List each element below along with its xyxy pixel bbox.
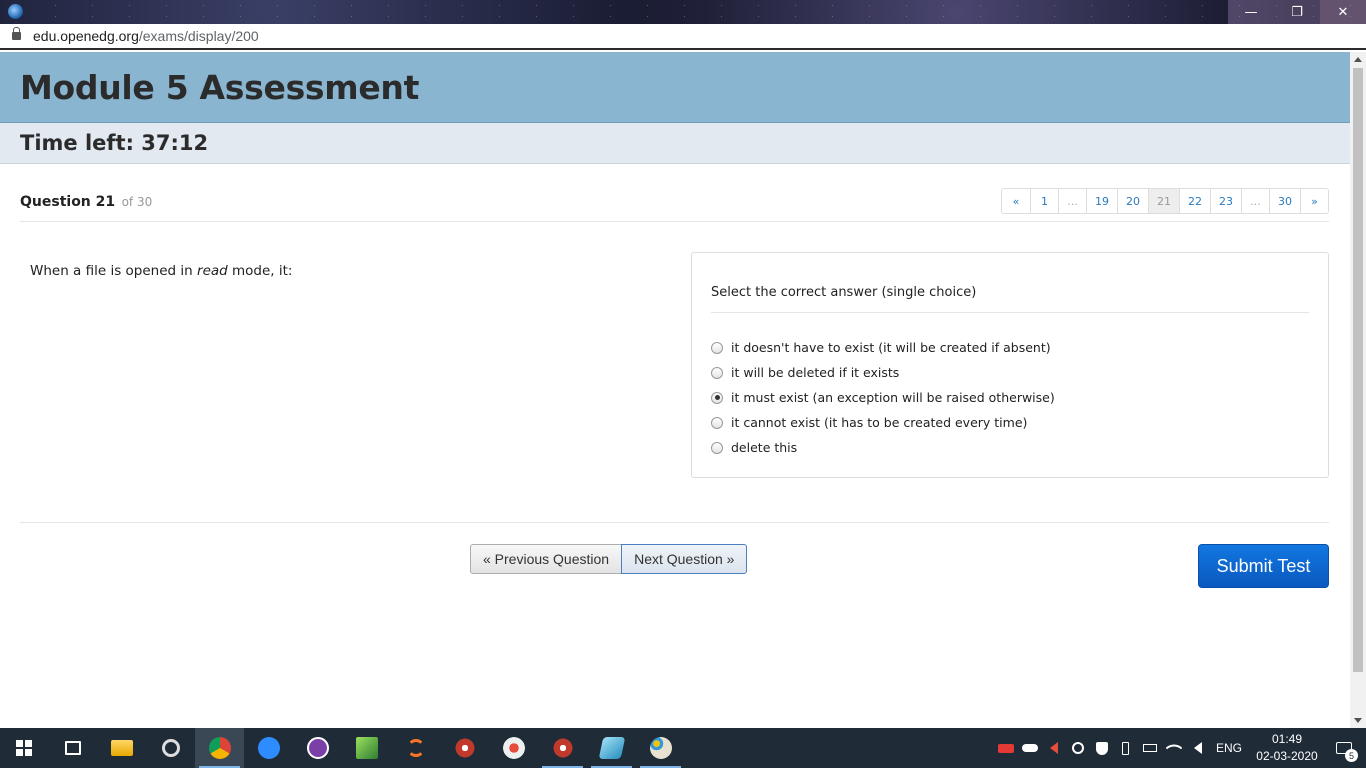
battery-icon[interactable] (1138, 728, 1162, 768)
page-link-current[interactable]: 21 (1148, 189, 1179, 213)
lock-icon[interactable] (12, 27, 21, 41)
system-tray: ENG 01:49 02-03-2020 5 (994, 728, 1366, 768)
question-navigation: « Previous Question Next Question » (470, 544, 748, 574)
scroll-down-icon[interactable] (1354, 718, 1362, 723)
url-domain: edu.openedg.org (33, 28, 139, 44)
start-button[interactable] (0, 728, 48, 768)
notification-count: 5 (1345, 749, 1358, 762)
page-ellipsis: ... (1241, 189, 1269, 213)
radio-button[interactable] (711, 341, 723, 354)
purple-app-icon[interactable] (293, 728, 342, 768)
answer-options: it doesn't have to exist (it will be cre… (711, 335, 1055, 460)
exam-header: Module 5 Assessment (0, 52, 1350, 123)
page-scrollbar[interactable] (1350, 52, 1366, 728)
jupyter-icon[interactable] (391, 728, 440, 768)
spider-app-2-icon[interactable] (538, 728, 587, 768)
previous-question-button[interactable]: « Previous Question (470, 544, 623, 574)
file-explorer-icon[interactable] (97, 728, 146, 768)
action-center-icon[interactable]: 5 (1322, 728, 1366, 768)
page-link[interactable]: 23 (1210, 189, 1241, 213)
wallpaper-texture (0, 0, 1366, 24)
task-view-icon[interactable] (48, 728, 97, 768)
page-link[interactable]: 19 (1086, 189, 1117, 213)
answer-option-label: it must exist (an exception will be rais… (731, 390, 1055, 405)
chrome-icon[interactable] (195, 728, 244, 768)
browser-title-bar: — ❐ ✕ (0, 0, 1366, 24)
question-header: Question 21 of 30 «1... 19 20 21 22 23... 30» (20, 182, 1329, 222)
answer-option[interactable]: it doesn't have to exist (it will be cre… (711, 335, 1055, 360)
question-text: When a file is opened in read mode, it: (30, 263, 292, 279)
answer-option-label: it cannot exist (it has to be created ev… (731, 415, 1028, 430)
page-link[interactable]: 1 (1030, 189, 1058, 213)
language-indicator[interactable]: ENG (1216, 741, 1242, 755)
answer-option[interactable]: it must exist (an exception will be rais… (711, 385, 1055, 410)
minimize-button[interactable]: — (1228, 0, 1274, 24)
app-tray-icon[interactable] (994, 728, 1018, 768)
speaker-muted-icon[interactable] (1042, 728, 1066, 768)
scrollbar-thumb[interactable] (1353, 68, 1363, 672)
chart-app-icon[interactable] (342, 728, 391, 768)
answer-option[interactable]: delete this (711, 435, 1055, 460)
paint-app-icon[interactable] (489, 728, 538, 768)
restore-button[interactable]: ❐ (1274, 0, 1320, 24)
answer-prompt: Select the correct answer (single choice… (711, 285, 1309, 313)
exam-page: Module 5 Assessment Time left: 37:12 Que… (0, 52, 1350, 728)
answer-option-label: it will be deleted if it exists (731, 365, 900, 380)
question-pagination: «1... 19 20 21 22 23... 30» (1001, 188, 1329, 214)
submit-test-button[interactable]: Submit Test (1198, 544, 1329, 588)
page-title: Module 5 Assessment (20, 67, 420, 107)
answer-option-label: it doesn't have to exist (it will be cre… (731, 340, 1051, 355)
timer-bar: Time left: 37:12 (0, 123, 1350, 164)
sync-icon[interactable] (1066, 728, 1090, 768)
page-ellipsis: ... (1058, 189, 1086, 213)
page-link[interactable]: 20 (1117, 189, 1148, 213)
time-left: Time left: 37:12 (20, 131, 209, 155)
volume-icon[interactable] (1186, 728, 1210, 768)
windows-taskbar: ENG 01:49 02-03-2020 5 (0, 728, 1366, 768)
onedrive-icon[interactable] (1018, 728, 1042, 768)
answer-option-label: delete this (731, 440, 798, 455)
radio-button[interactable] (711, 441, 723, 454)
close-button[interactable]: ✕ (1320, 0, 1366, 24)
url-text[interactable]: edu.openedg.org/exams/display/200 (33, 28, 259, 44)
security-shield-icon[interactable] (1090, 728, 1114, 768)
radio-button[interactable] (711, 366, 723, 379)
address-bar[interactable]: edu.openedg.org/exams/display/200 (0, 24, 1366, 50)
next-question-button[interactable]: Next Question » (621, 544, 748, 574)
page-link[interactable]: « (1002, 189, 1030, 213)
clock-time: 01:49 (1271, 732, 1303, 746)
usb-icon[interactable] (1114, 728, 1138, 768)
answer-panel: Select the correct answer (single choice… (691, 252, 1329, 478)
question-text-end: mode, it: (227, 263, 293, 279)
spider-app-icon[interactable] (440, 728, 489, 768)
radio-button[interactable] (711, 416, 723, 429)
question-text-emphasis: read (197, 263, 228, 279)
wifi-icon[interactable] (1162, 728, 1186, 768)
scroll-up-icon[interactable] (1354, 57, 1362, 62)
question-text-start: When a file is opened in (30, 263, 198, 279)
question-total: of 30 (121, 195, 153, 209)
clock-date: 02-03-2020 (1256, 749, 1318, 763)
browser-app-icon[interactable] (8, 4, 23, 19)
radio-button[interactable] (711, 391, 723, 404)
answer-option[interactable]: it cannot exist (it has to be created ev… (711, 410, 1055, 435)
window-controls: — ❐ ✕ (1228, 0, 1366, 24)
palette-app-icon[interactable] (636, 728, 685, 768)
page-link[interactable]: 30 (1269, 189, 1300, 213)
spiral-app-icon[interactable] (146, 728, 195, 768)
question-number: Question 21 (20, 194, 116, 210)
notebook-app-icon[interactable] (587, 728, 636, 768)
windows-logo-icon (16, 740, 32, 756)
question-counter: Question 21 of 30 (20, 194, 152, 210)
section-divider (20, 522, 1329, 523)
page-link[interactable]: » (1300, 189, 1328, 213)
page-link[interactable]: 22 (1179, 189, 1210, 213)
clock[interactable]: 01:49 02-03-2020 (1252, 731, 1322, 765)
answer-option[interactable]: it will be deleted if it exists (711, 360, 1055, 385)
url-path: /exams/display/200 (138, 28, 259, 44)
zoom-icon[interactable] (244, 728, 293, 768)
